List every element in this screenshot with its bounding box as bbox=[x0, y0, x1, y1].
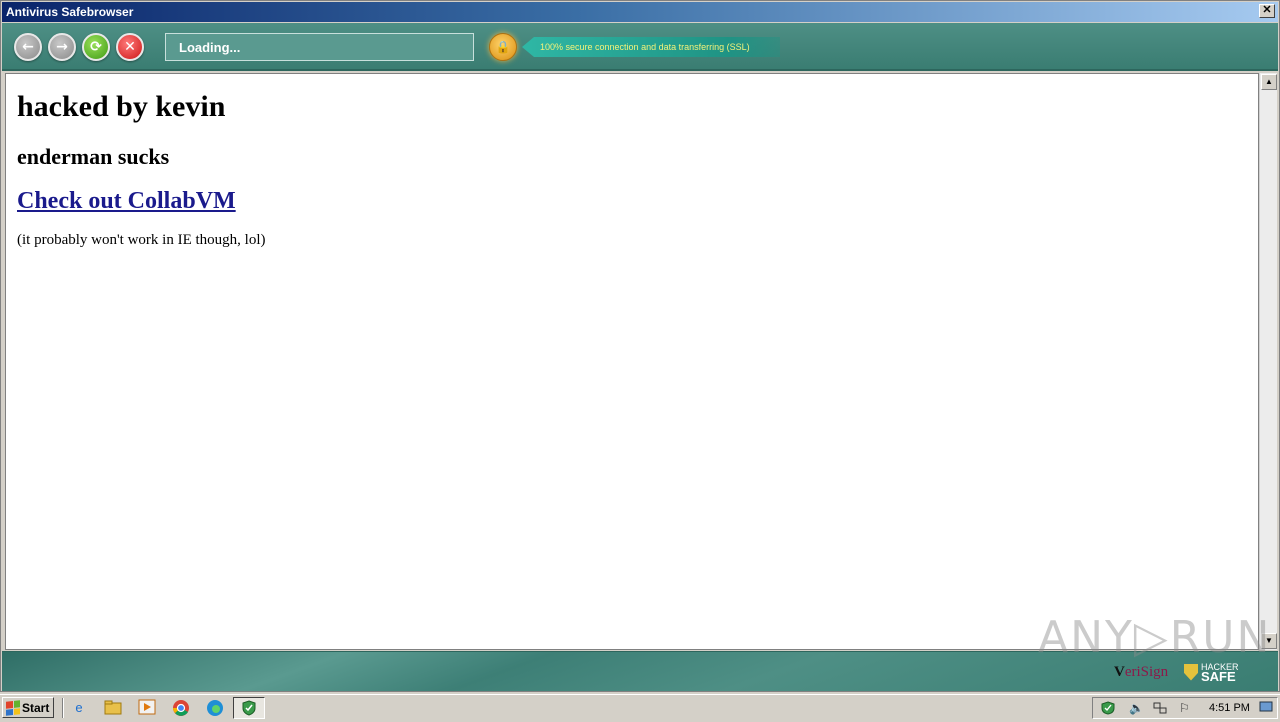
hackersafe-logo: HACKER SAFE bbox=[1184, 662, 1239, 683]
network-icon[interactable] bbox=[1153, 701, 1167, 718]
reload-icon: ⟳ bbox=[90, 39, 102, 55]
browser-toolbar: ← → ⟳ ✕ Loading... 🔒 100% secure connect… bbox=[2, 23, 1278, 71]
edge-icon[interactable] bbox=[206, 699, 224, 717]
chrome-icon[interactable] bbox=[172, 699, 190, 717]
media-player-icon[interactable] bbox=[138, 699, 156, 717]
verisign-logo: VeriSign bbox=[1114, 664, 1169, 680]
lock-icon: 🔒 bbox=[489, 33, 517, 61]
start-label: Start bbox=[22, 700, 50, 715]
internet-explorer-icon[interactable]: e bbox=[70, 699, 88, 717]
page-heading: hacked by kevin bbox=[17, 90, 226, 123]
reload-button[interactable]: ⟳ bbox=[82, 33, 110, 61]
show-desktop-icon[interactable] bbox=[1259, 701, 1273, 716]
windows-logo-icon bbox=[6, 699, 20, 716]
window-title: Antivirus Safebrowser bbox=[6, 5, 134, 19]
ssl-status-badge: 100% secure connection and data transfer… bbox=[522, 37, 780, 57]
anyrun-watermark: ANY▷RUN bbox=[1038, 612, 1272, 663]
shield-tray-icon[interactable] bbox=[1101, 701, 1115, 718]
flag-icon[interactable]: ⚐ bbox=[1179, 701, 1190, 715]
taskbar-item-safebrowser[interactable] bbox=[233, 697, 265, 719]
forward-button[interactable]: → bbox=[48, 33, 76, 61]
arrow-left-icon: ← bbox=[22, 39, 34, 55]
close-icon: ✕ bbox=[124, 39, 136, 55]
back-button[interactable]: ← bbox=[14, 33, 42, 61]
shield-icon bbox=[1184, 663, 1198, 681]
taskbar: Start e 🔈 ⚐ 4:51 PM bbox=[0, 694, 1280, 720]
scroll-up-icon[interactable]: ▲ bbox=[1261, 74, 1277, 90]
folder-icon[interactable] bbox=[104, 699, 122, 717]
page-content: hacked by kevin enderman sucks Check out… bbox=[5, 73, 1259, 650]
page-note: (it probably won't work in IE though, lo… bbox=[17, 232, 266, 248]
shield-icon bbox=[242, 700, 256, 716]
clock[interactable]: 4:51 PM bbox=[1209, 702, 1250, 714]
volume-icon[interactable]: 🔈 bbox=[1129, 701, 1144, 715]
close-icon[interactable]: ✕ bbox=[1259, 4, 1275, 18]
system-tray: 🔈 ⚐ 4:51 PM bbox=[1092, 697, 1278, 719]
address-bar[interactable]: Loading... bbox=[165, 33, 474, 61]
arrow-right-icon: → bbox=[56, 39, 68, 55]
stop-button[interactable]: ✕ bbox=[116, 33, 144, 61]
page-subheading: enderman sucks bbox=[17, 144, 170, 169]
start-button[interactable]: Start bbox=[2, 697, 54, 718]
title-bar[interactable]: Antivirus Safebrowser ✕ bbox=[2, 2, 1278, 22]
collabvm-link[interactable]: Check out CollabVM bbox=[17, 188, 236, 215]
browser-window: Antivirus Safebrowser ✕ ← → ⟳ ✕ Loading.… bbox=[0, 0, 1280, 692]
vertical-scrollbar[interactable]: ▲ ▼ bbox=[1259, 73, 1277, 650]
quicklaunch-separator bbox=[62, 698, 64, 718]
